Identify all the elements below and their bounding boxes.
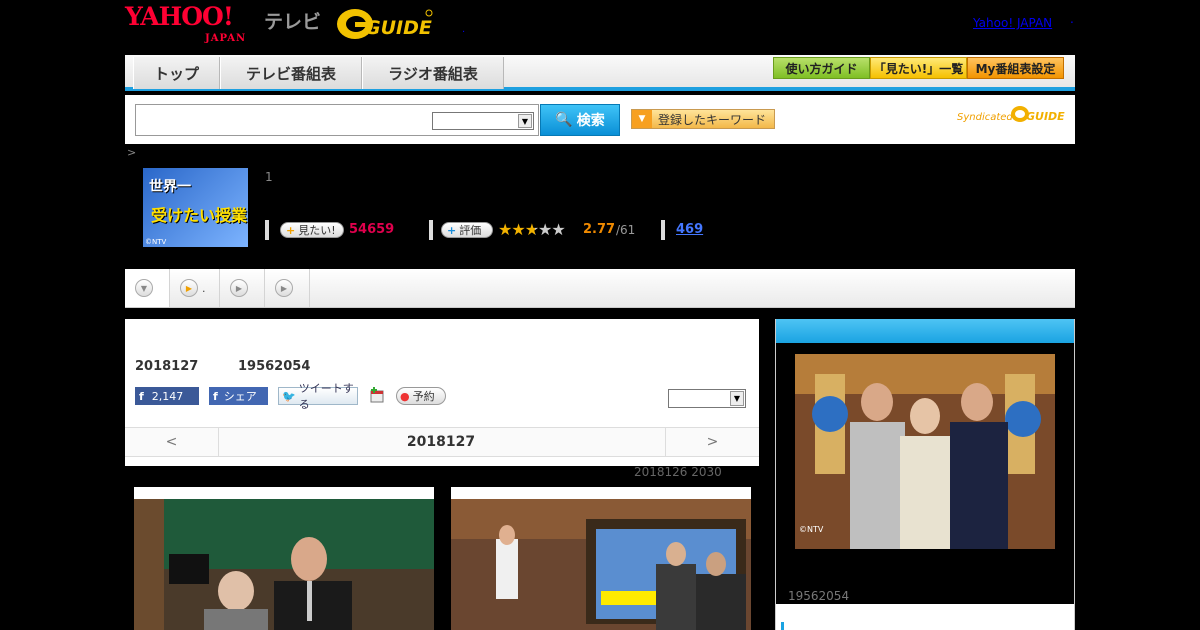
calendar-add-icon[interactable]: [370, 387, 384, 403]
search-button-label: 検索: [576, 113, 605, 129]
thumb-copyright: ©NTV: [145, 238, 167, 246]
sidebar-image-credit: ©NTV: [799, 525, 824, 534]
tab-related[interactable]: ▶: [265, 269, 310, 307]
pager-next-button[interactable]: >: [665, 428, 759, 456]
sidebar-footer-accent: [781, 622, 784, 630]
gguide-logo[interactable]: GUIDE: [335, 5, 435, 43]
saved-keywords-label: 登録したキーワード: [658, 112, 767, 127]
rating-stars: ★★★★★: [498, 220, 566, 239]
star-icon: ★: [551, 220, 565, 239]
tab-top[interactable]: トップ: [133, 57, 220, 89]
episode-id: 19562054: [238, 359, 311, 374]
yahoo-japan-link[interactable]: Yahoo! JAPAN: [973, 16, 1052, 30]
episode-select[interactable]: ▼: [668, 389, 746, 408]
reserve-label: 予約: [412, 390, 435, 403]
chevron-down-icon: ▼: [135, 279, 153, 297]
play-icon: ▶: [180, 279, 198, 297]
facebook-share-button[interactable]: f シェア: [209, 387, 268, 405]
review-count-link[interactable]: 469: [676, 222, 703, 237]
tab-episode[interactable]: ▼: [125, 269, 170, 307]
episode-panel: 2018127 19562054 f 2,147 f シェア 🐦 ツイートする …: [125, 319, 759, 466]
sidebar-episode-id: 19562054: [788, 589, 850, 603]
play-icon: ▶: [230, 279, 248, 297]
episode-photo[interactable]: [134, 487, 434, 630]
guide-button[interactable]: 使い方ガイド: [773, 57, 870, 79]
star-icon: ★: [538, 220, 552, 239]
search-button[interactable]: 🔍 検索: [540, 104, 620, 136]
japan-logo-text: JAPAN: [205, 33, 247, 44]
divider: [265, 220, 269, 240]
rate-button[interactable]: + 評価: [441, 222, 493, 238]
facebook-icon: f: [213, 389, 218, 403]
sidebar-header: [776, 319, 1074, 343]
my-schedule-button[interactable]: My番組表設定: [967, 57, 1064, 79]
sidebar-image[interactable]: ©NTV: [795, 354, 1055, 549]
plus-icon: +: [447, 223, 457, 237]
want-button-label: 見たい!: [298, 224, 336, 237]
broadcast-info: 2018126 2030: [634, 465, 722, 479]
tab-info[interactable]: ▶ .: [170, 269, 220, 307]
page: YAHOO! JAPAN テレビ GUIDE . Yahoo! JAPAN . …: [0, 0, 1200, 630]
search-bar: ▼ 🔍 検索 ▼ 登録したキーワード Syndicated GUIDE: [125, 95, 1075, 144]
chevron-down-icon: ▼: [518, 114, 532, 128]
syndicated-gguide-logo: GUIDE: [1011, 106, 1065, 123]
studio-photo-2: [451, 499, 751, 630]
chevron-down-icon: ▼: [730, 391, 744, 406]
breadcrumb: >: [127, 146, 137, 159]
tweet-button[interactable]: 🐦 ツイートする: [278, 382, 358, 411]
rating-value: 2.77: [583, 222, 616, 237]
cast-photo: ©NTV: [795, 354, 1055, 549]
svg-text:GUIDE: GUIDE: [1026, 110, 1065, 123]
triangle-down-icon: ▼: [632, 110, 652, 128]
want-list-button[interactable]: 「見たい!」一覧: [870, 57, 967, 79]
thumb-title-line1: 世界一: [149, 179, 191, 195]
facebook-count: 2,147: [151, 389, 184, 403]
rate-button-label: 評価: [459, 224, 482, 237]
record-icon: ●: [400, 389, 410, 403]
plus-icon: +: [286, 223, 296, 237]
star-icon: ★: [498, 220, 512, 239]
program-tabstrip: ▼ ▶ . ▶ ▶: [125, 269, 1075, 308]
divider: [429, 220, 433, 240]
tab-info-suffix: .: [202, 281, 206, 295]
sidebar-footer: [776, 604, 1074, 630]
episode-pager: < 2018127 >: [125, 427, 759, 457]
main-nav: トップ テレビ番組表 ラジオ番組表 使い方ガイド 「見たい!」一覧 My番組表設…: [125, 55, 1075, 91]
header-link-dot: .: [1070, 12, 1074, 26]
want-count: 54659: [349, 222, 395, 237]
divider: [661, 220, 665, 240]
syndicated-label: Syndicated: [957, 112, 1013, 123]
episode-number: 1: [265, 170, 273, 184]
header-dot: .: [462, 24, 466, 35]
star-half-icon: ★: [524, 220, 539, 239]
sidebar: ©NTV 19562054: [775, 319, 1075, 630]
facebook-share-label: シェア: [223, 390, 257, 403]
tab-cast[interactable]: ▶: [220, 269, 265, 307]
want-button[interactable]: + 見たい!: [280, 222, 344, 238]
tv-logo-text: テレビ: [264, 11, 322, 33]
tab-tv-schedule[interactable]: テレビ番組表: [220, 57, 362, 89]
studio-photo-1: [134, 499, 434, 630]
pager-current: 2018127: [406, 434, 476, 450]
tweet-label: ツイートする: [298, 382, 354, 411]
episode-photo[interactable]: [451, 487, 751, 630]
tab-radio-schedule[interactable]: ラジオ番組表: [362, 57, 504, 89]
reserve-button[interactable]: ● 予約: [396, 387, 446, 405]
facebook-icon: f: [139, 389, 144, 403]
episode-date: 2018127: [135, 359, 199, 374]
search-icon: 🔍: [555, 112, 573, 128]
yahoo-logo[interactable]: YAHOO! JAPAN: [125, 4, 245, 44]
program-thumbnail[interactable]: 世界一 受けたい授業 ©NTV: [143, 168, 248, 247]
twitter-icon: 🐦: [282, 389, 296, 403]
star-icon: ★: [511, 220, 525, 239]
facebook-like-button[interactable]: f 2,147: [135, 387, 199, 405]
play-icon: ▶: [275, 279, 293, 297]
rating-count: /61: [616, 223, 636, 237]
svg-text:GUIDE: GUIDE: [365, 17, 432, 39]
thumb-title-line2: 受けたい授業: [151, 206, 248, 225]
search-category-select[interactable]: ▼: [432, 112, 534, 130]
pager-prev-button[interactable]: <: [125, 428, 219, 456]
saved-keywords-button[interactable]: ▼ 登録したキーワード: [631, 109, 775, 129]
